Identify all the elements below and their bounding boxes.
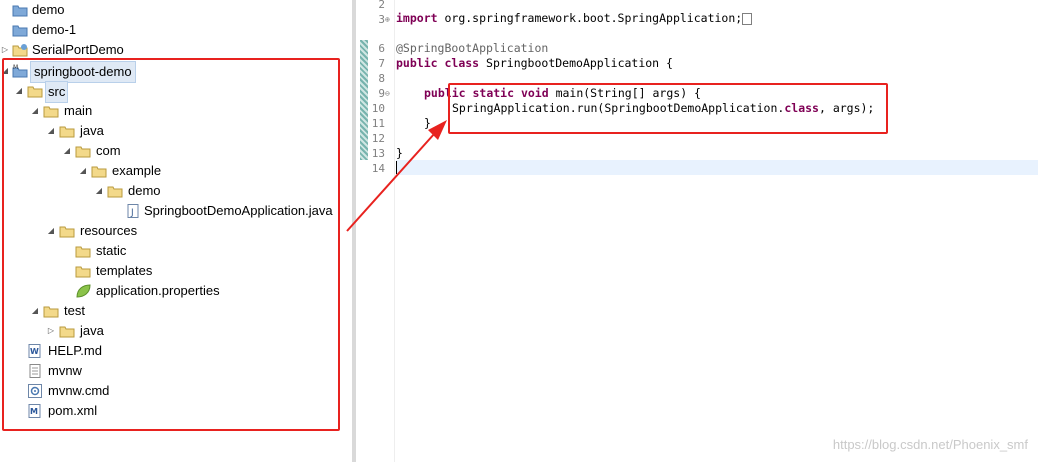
line-number: 12	[371, 132, 385, 145]
line-number: 3	[378, 13, 385, 26]
project-icon	[12, 43, 28, 57]
tree-item-label: demo	[32, 2, 65, 17]
code-line-method-close[interactable]: }	[396, 116, 431, 131]
project-icon	[12, 23, 28, 37]
project-icon	[12, 3, 28, 17]
code-line-class-declaration[interactable]: public class SpringbootDemoApplication {	[396, 56, 673, 71]
collapsed-chevron-icon[interactable]: ▷	[0, 40, 10, 60]
line-number: 14	[371, 162, 385, 175]
line-number: 13	[371, 147, 385, 160]
line-number: 8	[378, 72, 385, 85]
line-number: 11	[371, 117, 385, 130]
java-editor[interactable]: 2 3 ⊕ 6 7 8 9 ⊖ 10 11 12 13 14 import or…	[356, 0, 1038, 462]
keyword-token: class	[437, 56, 480, 70]
code-text: SpringbootDemoApplication {	[479, 56, 673, 70]
line-number: 7	[378, 57, 385, 70]
fold-expand-icon[interactable]: ⊕	[385, 12, 394, 27]
current-line-highlight	[396, 160, 1038, 175]
watermark-text: https://blog.csdn.net/Phoenix_smf	[832, 437, 1028, 452]
line-number-ruler: 2 3 ⊕ 6 7 8 9 ⊖ 10 11 12 13 14	[356, 0, 395, 462]
tree-item-label: demo-1	[32, 22, 77, 37]
code-line-annotation[interactable]: @SpringBootApplication	[396, 41, 548, 56]
highlight-box-main-method	[448, 83, 888, 134]
line-number: 6	[378, 42, 385, 55]
keyword-token: public	[396, 56, 438, 70]
code-line-class-close[interactable]: }	[396, 146, 403, 161]
tree-item-label: SerialPortDemo	[32, 42, 124, 57]
line-number: 2	[378, 0, 385, 11]
fold-collapse-icon[interactable]: ⊖	[385, 86, 394, 101]
code-text: org.springframework.boot.SpringApplicati…	[437, 11, 743, 25]
text-caret	[396, 161, 397, 174]
code-line-import[interactable]: import org.springframework.boot.SpringAp…	[396, 11, 753, 26]
line-number: 9	[378, 87, 385, 100]
highlight-box-project-tree	[2, 58, 340, 431]
keyword-token: import	[396, 11, 438, 25]
line-number: 10	[371, 102, 385, 115]
collapsed-imports-icon[interactable]	[742, 12, 753, 25]
project-explorer: demo demo-1 ▷ SerialPortDemo ◢ M springb…	[0, 0, 352, 462]
